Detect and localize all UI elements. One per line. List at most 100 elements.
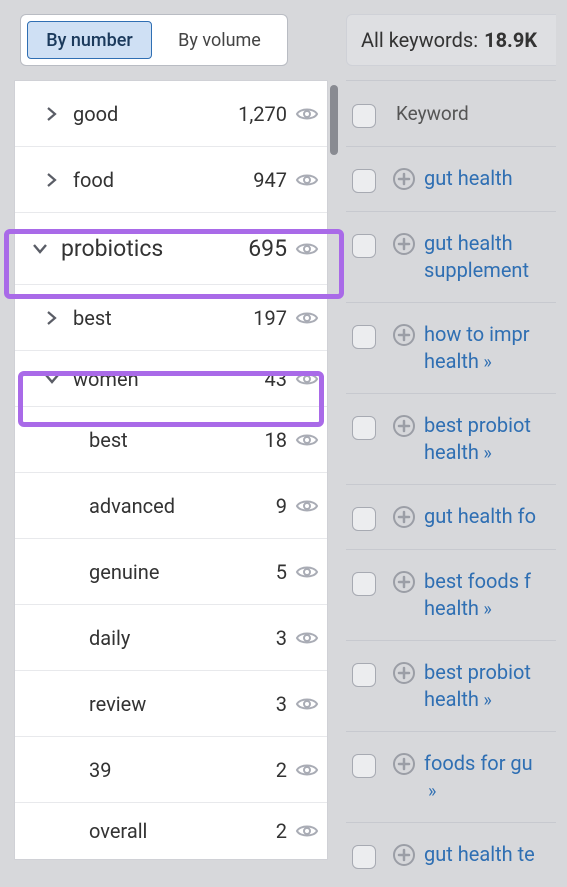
- kw-row[interactable]: gut health te: [346, 823, 556, 887]
- sort-tabs: By number By volume: [20, 14, 288, 66]
- subgroup-best[interactable]: best 18: [15, 407, 327, 473]
- plus-circle-icon[interactable]: [392, 752, 416, 776]
- group-label: best: [89, 428, 265, 452]
- tab-by-number[interactable]: By number: [27, 21, 152, 59]
- kw-link[interactable]: best probiot health »: [424, 412, 556, 466]
- row-checkbox[interactable]: [352, 507, 376, 531]
- group-label: overall: [89, 819, 276, 843]
- kw-link[interactable]: gut health fo: [424, 503, 536, 530]
- row-checkbox[interactable]: [352, 416, 376, 440]
- eye-icon[interactable]: [295, 237, 319, 261]
- table-header: Keyword: [346, 81, 556, 147]
- subgroup-review[interactable]: review 3: [15, 671, 327, 737]
- group-best[interactable]: best 197: [15, 285, 327, 351]
- kw-link[interactable]: gut health te: [424, 841, 535, 868]
- kw-link[interactable]: best foods f health »: [424, 568, 556, 622]
- group-count: 2: [276, 758, 287, 782]
- chevron-right-icon: [41, 173, 63, 187]
- select-all-checkbox[interactable]: [352, 104, 376, 128]
- plus-circle-icon[interactable]: [392, 843, 416, 867]
- group-women[interactable]: women 43: [15, 351, 327, 407]
- group-label: genuine: [89, 560, 276, 584]
- group-food[interactable]: food 947: [15, 147, 327, 213]
- group-count: 947: [253, 168, 287, 192]
- group-count: 18: [265, 428, 287, 452]
- more-icon: »: [483, 351, 488, 375]
- plus-circle-icon[interactable]: [392, 661, 416, 685]
- plus-circle-icon[interactable]: [392, 167, 416, 191]
- group-label: women: [73, 367, 265, 391]
- eye-icon[interactable]: [295, 306, 319, 330]
- subgroup-advanced[interactable]: advanced 9: [15, 473, 327, 539]
- tab-by-volume[interactable]: By volume: [158, 21, 281, 59]
- kw-row[interactable]: best probiot health »: [346, 641, 556, 732]
- row-checkbox[interactable]: [352, 754, 376, 778]
- group-count: 3: [276, 692, 287, 716]
- group-label: advanced: [89, 494, 276, 518]
- kw-row[interactable]: foods for gu»: [346, 732, 556, 823]
- group-label: 39: [89, 758, 276, 782]
- plus-circle-icon[interactable]: [392, 414, 416, 438]
- more-icon: »: [483, 689, 488, 713]
- row-checkbox[interactable]: [352, 169, 376, 193]
- kw-row[interactable]: gut health fo: [346, 485, 556, 550]
- group-good[interactable]: good 1,270: [15, 81, 327, 147]
- eye-icon[interactable]: [295, 168, 319, 192]
- kw-row[interactable]: gut health: [346, 147, 556, 212]
- group-count: 9: [276, 494, 287, 518]
- eye-icon[interactable]: [295, 819, 319, 843]
- eye-icon[interactable]: [295, 428, 319, 452]
- group-count: 5: [276, 560, 287, 584]
- groups-panel: By number By volume good 1,270 food 947: [14, 14, 328, 878]
- kw-link[interactable]: foods for gu»: [424, 750, 533, 804]
- kw-link[interactable]: how to impr health »: [424, 321, 556, 375]
- group-count: 43: [265, 367, 287, 391]
- group-label: review: [89, 692, 276, 716]
- group-count: 197: [253, 306, 287, 330]
- group-tree: good 1,270 food 947 probiotics 695: [14, 80, 328, 860]
- subgroup-daily[interactable]: daily 3: [15, 605, 327, 671]
- keyword-table: Keyword gut health gut health supplement…: [346, 80, 556, 887]
- group-label: probiotics: [61, 235, 248, 262]
- kw-link[interactable]: best probiot health »: [424, 659, 556, 713]
- eye-icon[interactable]: [295, 367, 319, 391]
- row-checkbox[interactable]: [352, 234, 376, 258]
- all-keywords-label: All keywords:: [361, 28, 478, 52]
- kw-row[interactable]: best probiot health »: [346, 394, 556, 485]
- group-label: food: [73, 168, 253, 192]
- row-checkbox[interactable]: [352, 572, 376, 596]
- kw-link[interactable]: gut health supplement: [424, 230, 556, 284]
- subgroup-39[interactable]: 39 2: [15, 737, 327, 803]
- eye-icon[interactable]: [295, 560, 319, 584]
- plus-circle-icon[interactable]: [392, 505, 416, 529]
- row-checkbox[interactable]: [352, 663, 376, 687]
- kw-link[interactable]: gut health: [424, 165, 513, 192]
- all-keywords-bar[interactable]: All keywords: 18.9K: [346, 14, 556, 66]
- group-count: 1,270: [238, 102, 287, 126]
- plus-circle-icon[interactable]: [392, 232, 416, 256]
- col-keyword[interactable]: Keyword: [392, 102, 469, 125]
- subgroup-overall[interactable]: overall 2: [15, 803, 327, 859]
- group-label: best: [73, 306, 253, 330]
- keywords-panel: All keywords: 18.9K Keyword gut health g…: [346, 14, 556, 878]
- subgroup-genuine[interactable]: genuine 5: [15, 539, 327, 605]
- kw-row[interactable]: how to impr health »: [346, 303, 556, 394]
- plus-circle-icon[interactable]: [392, 570, 416, 594]
- chevron-down-icon: [41, 373, 63, 385]
- kw-row[interactable]: gut health supplement: [346, 212, 556, 303]
- eye-icon[interactable]: [295, 494, 319, 518]
- eye-icon[interactable]: [295, 626, 319, 650]
- eye-icon[interactable]: [295, 758, 319, 782]
- group-count: 695: [248, 235, 287, 262]
- chevron-down-icon: [29, 243, 51, 255]
- scrollbar[interactable]: [330, 85, 338, 155]
- eye-icon[interactable]: [295, 692, 319, 716]
- group-probiotics[interactable]: probiotics 695: [15, 213, 327, 285]
- row-checkbox[interactable]: [352, 325, 376, 349]
- group-count: 3: [276, 626, 287, 650]
- plus-circle-icon[interactable]: [392, 323, 416, 347]
- kw-row[interactable]: best foods f health »: [346, 550, 556, 641]
- chevron-right-icon: [41, 107, 63, 121]
- row-checkbox[interactable]: [352, 845, 376, 869]
- eye-icon[interactable]: [295, 102, 319, 126]
